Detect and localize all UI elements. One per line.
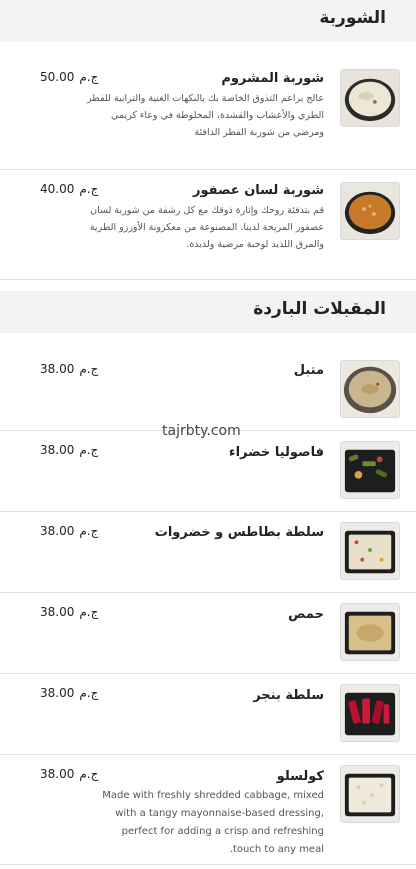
section-header-cold-appetizers: المقبلات الباردة <box>0 291 416 333</box>
item-name: فاصوليا خضراء <box>228 445 324 460</box>
price-currency: ج.م <box>79 443 99 457</box>
item-price: 50.00 ج.م <box>40 70 98 84</box>
price-currency: ج.م <box>79 524 99 538</box>
section-title: الشوربة <box>319 8 386 28</box>
price-currency: ج.م <box>79 605 99 619</box>
menu-item-orzo-soup[interactable]: شوربة لسان عصفور قم بتدفئة روحك وإثارة ذ… <box>0 170 416 280</box>
item-name: شوربة المشروم <box>221 71 324 86</box>
watermark-text: tajrbty.com <box>162 423 241 439</box>
item-description: Made with freshly shredded cabbage, mixe… <box>102 790 324 855</box>
price-currency: ج.م <box>79 70 99 84</box>
item-name: حمص <box>288 607 324 622</box>
price-currency: ج.م <box>79 362 99 376</box>
item-name: سلطة بنجر <box>253 688 324 703</box>
menu-item-beet-salad[interactable]: سلطة بنجر 38.00 ج.م <box>0 674 416 755</box>
item-price: 38.00 ج.م <box>40 767 98 781</box>
item-price: 38.00 ج.م <box>40 524 98 538</box>
price-currency: ج.م <box>79 686 99 700</box>
menu-item-hummus[interactable]: حمص 38.00 ج.م <box>0 593 416 674</box>
item-name: كولسلو <box>276 769 324 784</box>
menu-item-coleslaw[interactable]: كولسلو Made with freshly shredded cabbag… <box>0 755 416 865</box>
section-header-soups: الشوربة <box>0 0 416 42</box>
menu-item-mutabal[interactable]: متبل 38.00 ج.م <box>0 349 416 431</box>
item-image <box>340 441 400 499</box>
item-price: 38.00 ج.م <box>40 605 98 619</box>
item-price: 38.00 ج.م <box>40 362 98 376</box>
item-price: 38.00 ج.م <box>40 443 98 457</box>
item-image <box>340 765 400 823</box>
section-title: المقبلات الباردة <box>253 299 386 319</box>
item-image <box>340 182 400 240</box>
menu-item-mushroom-soup[interactable]: شوربة المشروم عالج براعم التذوق الخاصة ب… <box>0 55 416 170</box>
price-value: 38.00 <box>40 686 75 700</box>
item-image <box>340 69 400 127</box>
price-value: 50.00 <box>40 70 75 84</box>
item-image <box>340 522 400 580</box>
price-currency: ج.م <box>79 182 99 196</box>
item-price: 40.00 ج.م <box>40 182 98 196</box>
item-image <box>340 684 400 742</box>
item-image <box>340 360 400 418</box>
item-description: عالج براعم التذوق الخاصة بك بالنكهات الغ… <box>86 93 324 138</box>
menu-item-green-beans[interactable]: فاصوليا خضراء 38.00 ج.م <box>0 431 416 512</box>
price-value: 40.00 <box>40 182 75 196</box>
item-price: 38.00 ج.م <box>40 686 98 700</box>
menu-item-potato-salad[interactable]: سلطة بطاطس و خضروات 38.00 ج.م <box>0 512 416 593</box>
price-value: 38.00 <box>40 524 75 538</box>
price-currency: ج.م <box>79 767 99 781</box>
price-value: 38.00 <box>40 605 75 619</box>
item-name: متبل <box>293 363 324 378</box>
price-value: 38.00 <box>40 443 75 457</box>
item-description: قم بتدفئة روحك وإثارة ذوقك مع كل رشفة من… <box>89 205 324 250</box>
item-image <box>340 603 400 661</box>
item-name: سلطة بطاطس و خضروات <box>154 525 324 540</box>
price-value: 38.00 <box>40 767 75 781</box>
price-value: 38.00 <box>40 362 75 376</box>
item-name: شوربة لسان عصفور <box>192 183 324 198</box>
